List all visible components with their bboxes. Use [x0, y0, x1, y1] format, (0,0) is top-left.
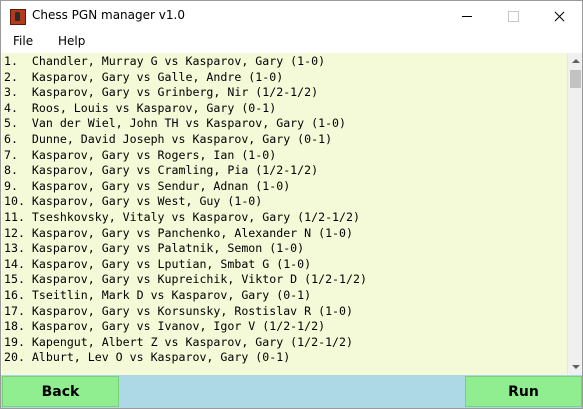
game-list-item[interactable]: 19. Kapengut, Albert Z vs Kasparov, Gary…	[2, 335, 567, 351]
game-list-item[interactable]: 16. Tseitlin, Mark D vs Kasparov, Gary (…	[2, 288, 567, 304]
game-list-item[interactable]: 17. Kasparov, Gary vs Korsunsky, Rostisl…	[2, 304, 567, 320]
game-list-item[interactable]: 20. Alburt, Lev O vs Kasparov, Gary (0-1…	[2, 350, 567, 366]
game-list-item[interactable]: 5. Van der Wiel, John TH vs Kasparov, Ga…	[2, 116, 567, 132]
games-list-inner: 1. Chandler, Murray G vs Kasparov, Gary …	[2, 53, 567, 366]
game-list-item[interactable]: 6. Dunne, David Joseph vs Kasparov, Gary…	[2, 132, 567, 148]
back-button[interactable]: Back	[2, 376, 119, 407]
game-list-item[interactable]: 4. Roos, Louis vs Kasparov, Gary (0-1)	[2, 101, 567, 117]
menu-file[interactable]: File	[9, 34, 37, 48]
game-list-item[interactable]: 9. Kasparov, Gary vs Sendur, Adnan (1-0)	[2, 179, 567, 195]
maximize-icon[interactable]	[490, 1, 536, 32]
close-icon[interactable]	[536, 1, 582, 32]
scroll-thumb[interactable]	[570, 70, 581, 88]
game-list-item[interactable]: 2. Kasparov, Gary vs Galle, Andre (1-0)	[2, 70, 567, 86]
run-button[interactable]: Run	[465, 376, 582, 407]
app-window: Chess PGN manager v1.0 File Help 1. Chan…	[0, 0, 583, 409]
game-list-item[interactable]: 10. Kasparov, Gary vs West, Guy (1-0)	[2, 194, 567, 210]
game-list-item[interactable]: 11. Tseshkovsky, Vitaly vs Kasparov, Gar…	[2, 210, 567, 226]
game-list-item[interactable]: 8. Kasparov, Gary vs Cramling, Pia (1/2-…	[2, 163, 567, 179]
window-title: Chess PGN manager v1.0	[32, 8, 185, 22]
menu-help[interactable]: Help	[54, 34, 89, 48]
game-list-item[interactable]: 1. Chandler, Murray G vs Kasparov, Gary …	[2, 54, 567, 70]
minimize-icon[interactable]	[444, 1, 490, 32]
scroll-down-icon[interactable]	[568, 359, 582, 375]
game-list-item[interactable]: 7. Kasparov, Gary vs Rogers, Ian (1-0)	[2, 148, 567, 164]
menu-bar: File Help	[1, 32, 582, 52]
game-list-item[interactable]: 12. Kasparov, Gary vs Panchenko, Alexand…	[2, 226, 567, 242]
chess-piece-icon	[10, 9, 26, 25]
game-list-item[interactable]: 13. Kasparov, Gary vs Palatnik, Semon (1…	[2, 241, 567, 257]
game-list-item[interactable]: 14. Kasparov, Gary vs Lputian, Smbat G (…	[2, 257, 567, 273]
game-list-item[interactable]: 18. Kasparov, Gary vs Ivanov, Igor V (1/…	[2, 319, 567, 335]
games-list[interactable]: 1. Chandler, Murray G vs Kasparov, Gary …	[2, 53, 567, 375]
vertical-scrollbar[interactable]	[567, 53, 582, 375]
title-bar[interactable]: Chess PGN manager v1.0	[1, 1, 582, 32]
scroll-up-icon[interactable]	[568, 53, 582, 69]
game-list-item[interactable]: 3. Kasparov, Gary vs Grinberg, Nir (1/2-…	[2, 85, 567, 101]
game-list-item[interactable]: 15. Kasparov, Gary vs Kupreichik, Viktor…	[2, 272, 567, 288]
bottom-bar: Back Run	[1, 375, 582, 408]
